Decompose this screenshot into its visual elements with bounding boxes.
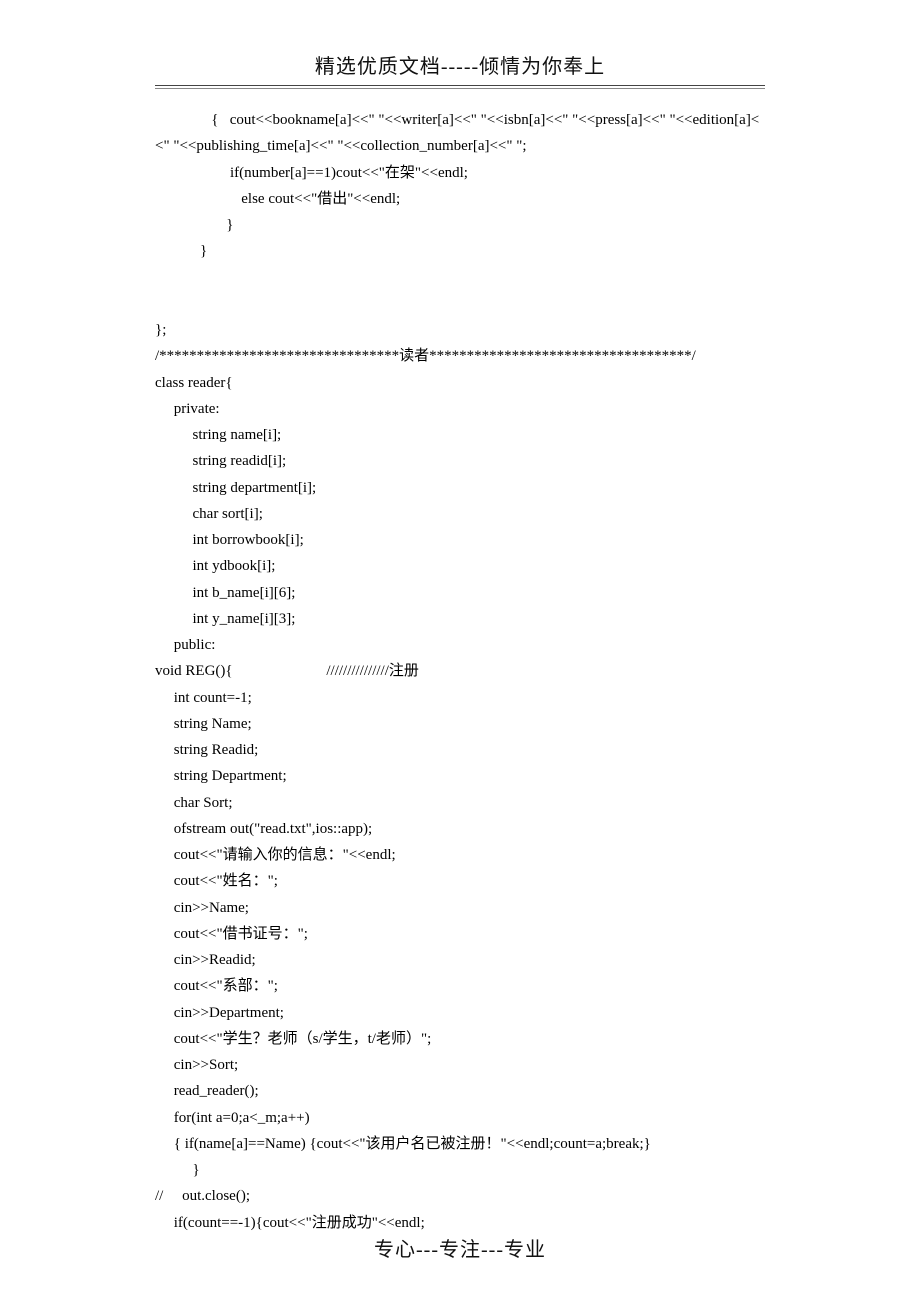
page-footer: 专心---专注---专业 [0,1233,920,1262]
page-header: 精选优质文档-----倾情为你奉上 [155,50,765,85]
document-page: 精选优质文档-----倾情为你奉上 { cout<<bookname[a]<<"… [0,0,920,1302]
header-rule-thick [155,85,765,86]
header-rule-thin [155,88,765,89]
code-content: { cout<<bookname[a]<<" "<<writer[a]<<" "… [155,107,765,1236]
